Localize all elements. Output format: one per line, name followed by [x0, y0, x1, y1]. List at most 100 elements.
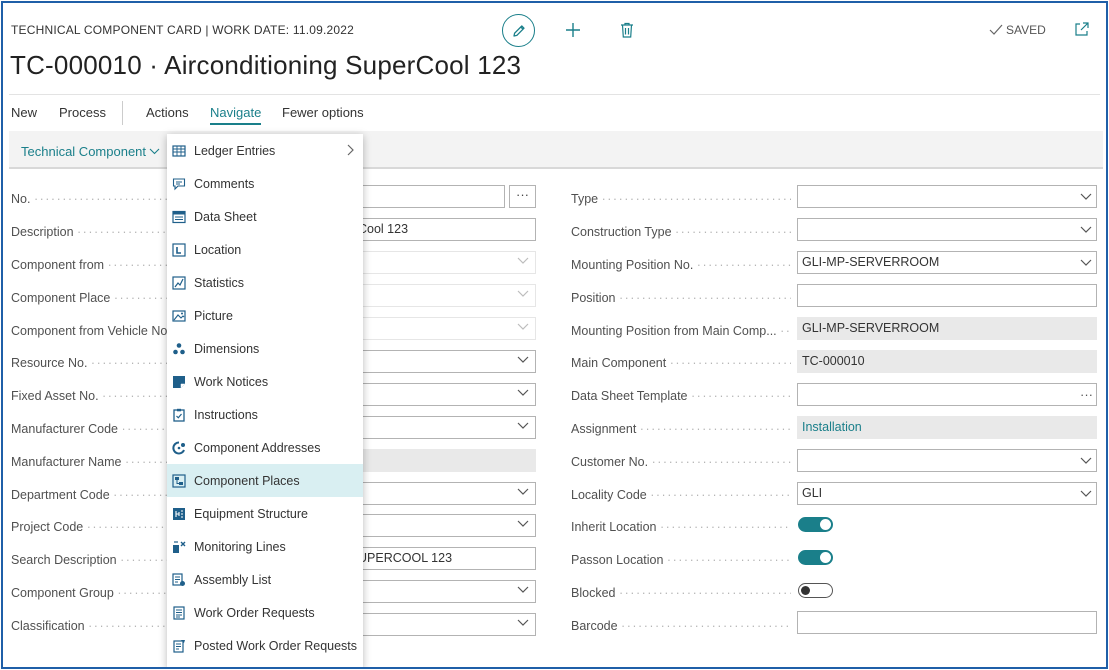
subtab-label: Technical Component	[21, 144, 147, 159]
structure-icon	[172, 507, 186, 521]
popout-button[interactable]	[1074, 21, 1090, 37]
blocked-toggle[interactable]	[798, 583, 833, 598]
data-sheet-template-lookup[interactable]: ···	[1080, 387, 1093, 402]
field-label-passon-location: Passon Location ························…	[571, 553, 791, 567]
menu-item-work-order-requests[interactable]: Work Order Requests	[167, 596, 363, 629]
field-label-search-description: Search Description ·····················…	[11, 553, 167, 567]
locality-code-select[interactable]: GLI	[797, 482, 1097, 505]
chevron-down-icon	[1080, 259, 1092, 266]
field-label-description: Description ····························…	[11, 225, 167, 239]
ledger-icon	[172, 144, 186, 158]
type-select[interactable]	[797, 185, 1097, 208]
chevron-down-icon	[1080, 457, 1092, 464]
menu-item-dimensions[interactable]: Dimensions	[167, 332, 363, 365]
main-component-field: TC-000010	[797, 350, 1097, 373]
field-label-resource-no: Resource No. ···························…	[11, 356, 167, 370]
mounting-position-main-field: GLI-MP-SERVERROOM	[797, 317, 1097, 340]
chevron-down-icon	[1080, 193, 1092, 200]
passon-location-toggle[interactable]	[798, 550, 833, 565]
statistics-icon	[172, 275, 186, 290]
picture-icon	[172, 309, 186, 323]
subtab-technical-component[interactable]: Technical Component	[21, 144, 160, 159]
posted-work-order-icon	[172, 639, 186, 653]
mounting-position-no-select[interactable]: GLI-MP-SERVERROOM	[797, 251, 1097, 274]
chevron-down-icon	[517, 619, 529, 626]
places-icon	[172, 473, 186, 488]
addresses-icon	[172, 440, 186, 455]
location-icon	[172, 242, 186, 257]
navigate-menu: Ledger Entries Comments Data Sheet Locat…	[167, 134, 363, 667]
chevron-down-icon	[517, 290, 529, 297]
dimensions-icon	[172, 342, 186, 356]
construction-type-select[interactable]	[797, 218, 1097, 241]
add-icon	[566, 23, 580, 37]
action-actions[interactable]: Actions	[146, 105, 189, 120]
menu-item-assembly-list[interactable]: Assembly List	[167, 563, 363, 596]
field-label-customer-no: Customer No. ···························…	[571, 455, 791, 469]
customer-no-select[interactable]	[797, 449, 1097, 472]
edit-button[interactable]	[502, 14, 535, 47]
page-frame: TECHNICAL COMPONENT CARD | WORK DATE: 11…	[1, 1, 1108, 669]
field-label-department-code: Department Code ························…	[11, 488, 167, 502]
field-label-inherit-location: Inherit Location ·······················…	[571, 520, 791, 534]
menu-item-posted-work-order-requests[interactable]: Posted Work Order Requests	[167, 629, 363, 662]
datasheet-icon	[172, 210, 186, 224]
field-label-component-place: Component Place ························…	[11, 291, 167, 305]
menu-item-picture[interactable]: Picture	[167, 299, 363, 332]
field-label-no: No. ····································…	[11, 192, 167, 206]
menu-item-component-addresses[interactable]: Component Addresses	[167, 431, 363, 464]
instructions-icon	[172, 408, 186, 422]
field-label-locality-code: Locality Code ··························…	[571, 488, 791, 502]
work-order-icon	[172, 605, 186, 620]
action-process[interactable]: Process	[59, 105, 106, 120]
field-label-type: Type ···································…	[571, 192, 791, 206]
field-label-project-code: Project Code ···························…	[11, 520, 167, 534]
field-label-data-sheet-template: Data Sheet Template ····················…	[571, 389, 791, 403]
menu-item-instructions[interactable]: Instructions	[167, 398, 363, 431]
data-sheet-template-input[interactable]	[797, 383, 1097, 406]
assignment-field[interactable]: Installation	[797, 416, 1097, 439]
field-label-position: Position ·······························…	[571, 291, 791, 305]
menu-item-component-places[interactable]: Component Places	[167, 464, 363, 497]
popout-icon	[1075, 22, 1089, 36]
barcode-input[interactable]	[797, 611, 1097, 634]
menu-item-ledger-entries[interactable]: Ledger Entries	[167, 134, 363, 167]
field-label-manufacturer-code: Manufacturer Code ······················…	[11, 422, 167, 436]
delete-icon	[621, 22, 633, 38]
inherit-location-toggle[interactable]	[798, 517, 833, 532]
field-label-barcode: Barcode ································…	[571, 619, 791, 633]
field-label-mounting-position-no: Mounting Position No. ··················…	[571, 258, 791, 272]
menu-item-work-notices[interactable]: Work Notices	[167, 365, 363, 398]
action-new[interactable]: New	[11, 105, 37, 120]
chevron-down-icon	[149, 148, 160, 155]
action-navigate[interactable]: Navigate	[210, 105, 262, 125]
chevron-down-icon	[517, 323, 529, 330]
chevron-down-icon	[517, 586, 529, 593]
action-separator	[122, 101, 123, 125]
header-divider	[9, 94, 1100, 95]
field-label-component-from-vehicle: Component from Vehicle No ··············…	[11, 324, 167, 338]
field-label-component-from: Component from ·························…	[11, 258, 167, 272]
action-fewer-options[interactable]: Fewer options	[282, 105, 364, 120]
comment-icon	[172, 177, 186, 191]
menu-item-statistics[interactable]: Statistics	[167, 266, 363, 299]
no-lookup-button[interactable]: ···	[509, 185, 536, 208]
delete-button[interactable]	[617, 19, 637, 41]
chevron-down-icon	[517, 488, 529, 495]
field-label-manufacturer-name: Manufacturer Name ······················…	[11, 455, 167, 469]
chevron-down-icon	[517, 422, 529, 429]
menu-item-data-sheet[interactable]: Data Sheet	[167, 200, 363, 233]
chevron-down-icon	[1080, 490, 1092, 497]
field-label-fixed-asset-no: Fixed Asset No. ························…	[11, 389, 167, 403]
chevron-right-icon	[347, 144, 354, 156]
check-icon	[989, 24, 1003, 35]
menu-item-monitoring-lines[interactable]: Monitoring Lines	[167, 530, 363, 563]
field-label-assignment: Assignment ·····························…	[571, 422, 791, 436]
chevron-down-icon	[517, 389, 529, 396]
menu-item-equipment-structure[interactable]: Equipment Structure	[167, 497, 363, 530]
menu-item-comments[interactable]: Comments	[167, 167, 363, 200]
menu-item-location[interactable]: Location	[167, 233, 363, 266]
saved-status: SAVED	[989, 23, 1046, 37]
add-button[interactable]	[563, 20, 583, 40]
position-input[interactable]	[797, 284, 1097, 307]
